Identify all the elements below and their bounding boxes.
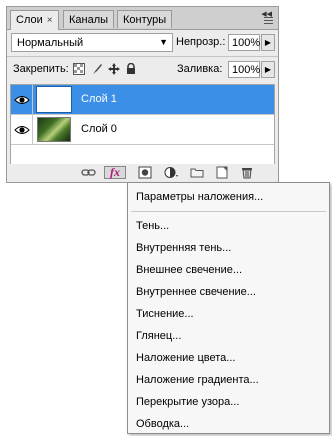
opacity-label: Непрозр.: <box>176 36 226 48</box>
eye-icon[interactable] <box>11 115 33 145</box>
fill-label: Заливка: <box>177 63 223 75</box>
fx-icon[interactable]: fx <box>104 166 126 179</box>
tab-layers[interactable]: Слои × <box>10 10 59 30</box>
menu-item-blending-options[interactable]: Параметры наложения... <box>136 191 263 203</box>
tab-bar: Слои × Каналы Контуры ◀◀ <box>7 7 278 30</box>
menu-item-stroke[interactable]: Обводка... <box>136 418 189 430</box>
opacity-arrow-icon[interactable]: ▶ <box>261 34 275 51</box>
layer-thumbnail <box>36 86 72 113</box>
lock-position-icon[interactable] <box>108 63 120 75</box>
trash-icon[interactable] <box>239 166 255 179</box>
lock-row: Закрепить: Заливка: 100% ▶ <box>7 59 278 81</box>
lock-transparent-icon[interactable] <box>73 63 85 75</box>
tab-paths-label: Контуры <box>123 14 167 26</box>
lock-label: Закрепить: <box>13 63 69 75</box>
menu-item-pattern-overlay[interactable]: Перекрытие узора... <box>136 396 239 408</box>
menu-item-drop-shadow[interactable]: Тень... <box>136 220 169 232</box>
menu-item-satin[interactable]: Глянец... <box>136 330 181 342</box>
layer-name[interactable]: Слой 0 <box>81 123 117 135</box>
new-layer-icon[interactable] <box>214 166 230 179</box>
mask-icon[interactable] <box>137 166 153 179</box>
panel-bottom-bar: fx <box>7 164 278 182</box>
menu-item-inner-glow[interactable]: Внутреннее свечение... <box>136 286 256 298</box>
blend-mode-value: Нормальный <box>17 37 84 49</box>
layers-list: Слой 1 Слой 0 <box>10 84 275 167</box>
tab-paths[interactable]: Контуры <box>117 10 173 28</box>
opacity-value: 100% <box>232 37 261 49</box>
menu-divider <box>131 211 326 212</box>
tab-channels[interactable]: Каналы <box>63 10 115 28</box>
menu-item-color-overlay[interactable]: Наложение цвета... <box>136 352 235 364</box>
blend-row: Нормальный ▼ Непрозр.: 100% ▶ <box>7 32 278 54</box>
layers-panel: Слои × Каналы Контуры ◀◀ Нормальный ▼ Неп… <box>6 6 279 183</box>
fill-arrow-icon[interactable]: ▶ <box>261 61 275 78</box>
lock-all-icon[interactable] <box>125 63 137 75</box>
layer-row-1[interactable]: Слой 1 <box>11 85 274 115</box>
adjustment-icon[interactable] <box>163 166 179 179</box>
fill-value: 100% <box>232 64 261 76</box>
menu-item-outer-glow[interactable]: Внешнее свечение... <box>136 264 242 276</box>
lock-pixels-icon[interactable] <box>91 63 103 75</box>
close-icon[interactable]: × <box>47 15 53 26</box>
fx-dropdown-menu: Параметры наложения... Тень... Внутрення… <box>127 182 330 434</box>
panel-menu-icon[interactable]: ◀◀ <box>260 10 274 24</box>
menu-item-gradient-overlay[interactable]: Наложение градиента... <box>136 374 259 386</box>
layer-row-0[interactable]: Слой 0 <box>11 115 274 145</box>
layer-name[interactable]: Слой 1 <box>81 93 117 105</box>
opacity-input[interactable]: 100% <box>228 34 260 51</box>
layer-thumbnail <box>37 117 71 142</box>
tab-layers-label: Слои <box>16 14 43 26</box>
tab-channels-label: Каналы <box>69 14 109 26</box>
eye-icon[interactable] <box>11 85 33 115</box>
menu-item-inner-shadow[interactable]: Внутренняя тень... <box>136 242 231 254</box>
fill-input[interactable]: 100% <box>228 61 260 78</box>
folder-icon[interactable] <box>189 166 205 179</box>
blend-mode-select[interactable]: Нормальный ▼ <box>11 33 173 52</box>
divider <box>7 56 278 57</box>
chevron-down-icon: ▼ <box>159 37 168 47</box>
link-icon[interactable] <box>81 166 97 179</box>
menu-item-bevel-emboss[interactable]: Тиснение... <box>136 308 194 320</box>
